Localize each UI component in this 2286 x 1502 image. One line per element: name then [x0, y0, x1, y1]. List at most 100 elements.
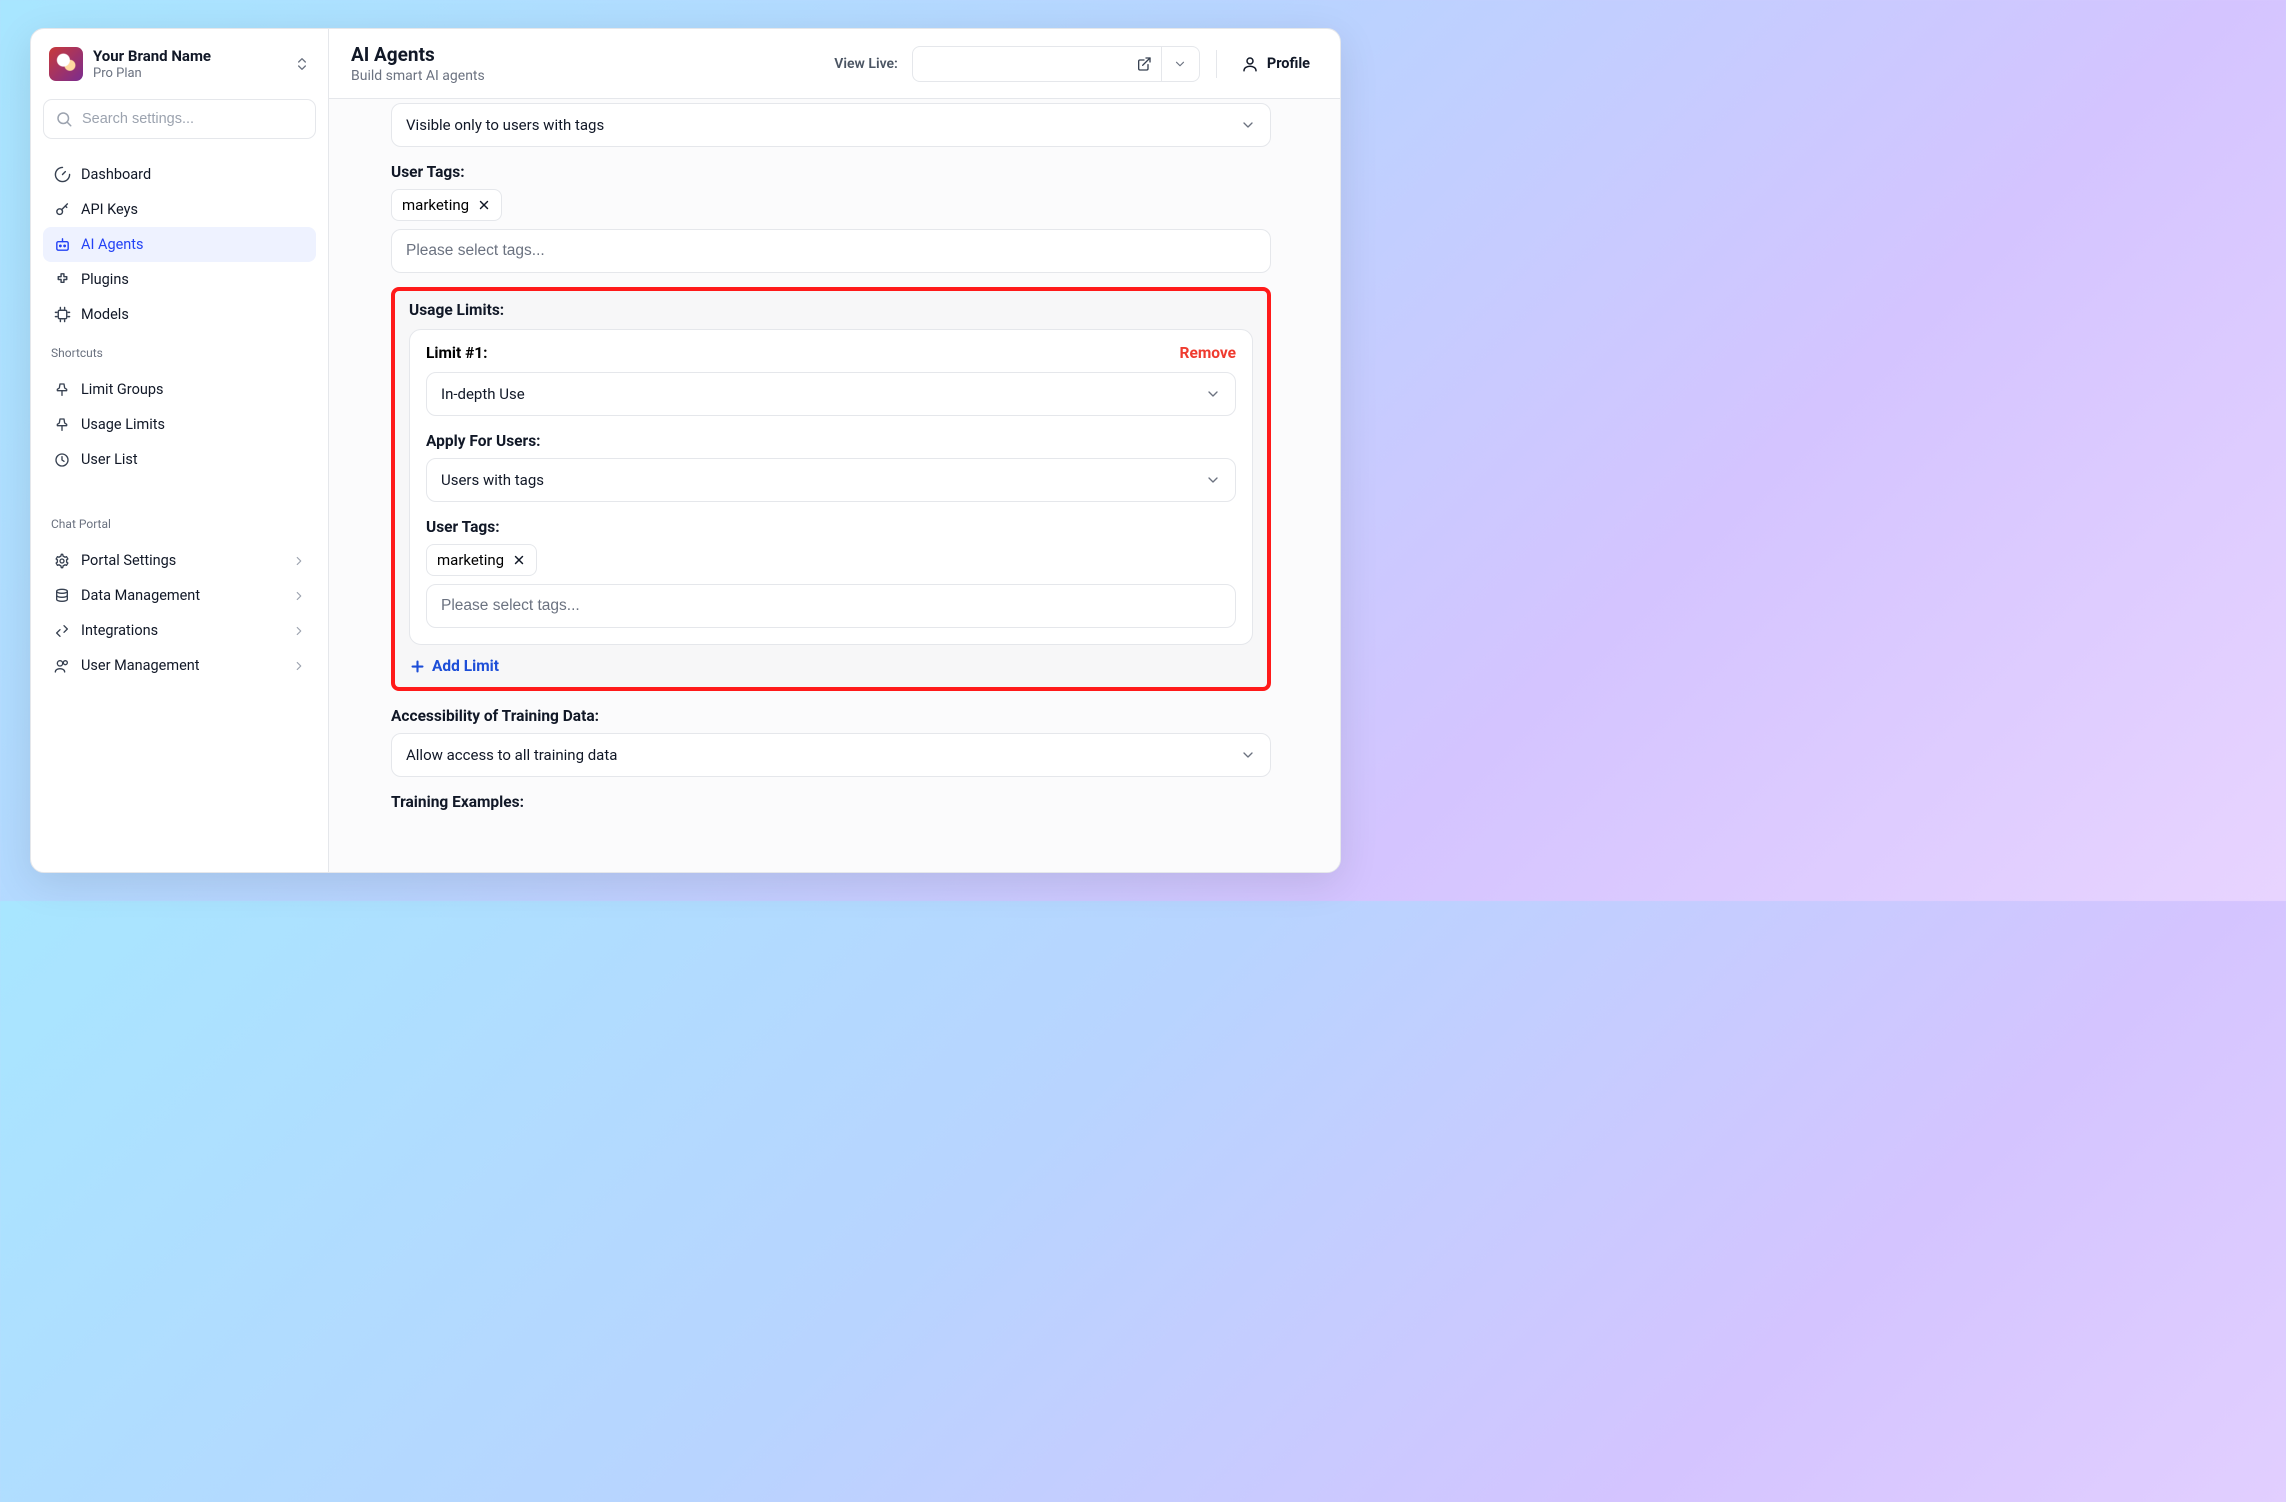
users-icon — [53, 658, 71, 674]
limit-preset-select[interactable]: In-depth Use — [426, 372, 1236, 416]
sidebar-item-label: User List — [81, 451, 138, 468]
chevron-right-icon — [292, 589, 306, 603]
nav-heading-chat-portal: Chat Portal — [43, 507, 316, 537]
sidebar-item-integrations[interactable]: Integrations — [43, 613, 316, 648]
training-access-select[interactable]: Allow access to all training data — [391, 733, 1271, 777]
close-icon[interactable] — [512, 553, 526, 567]
sidebar-item-models[interactable]: Models — [43, 297, 316, 332]
brand-plan: Pro Plan — [93, 66, 284, 81]
pin-icon — [53, 382, 71, 398]
plus-icon — [409, 658, 426, 675]
user-tags-label: User Tags: — [391, 163, 1271, 181]
tags-row-visibility: marketing — [391, 189, 1271, 221]
add-limit-button[interactable]: Add Limit — [409, 657, 1253, 675]
select-value: Allow access to all training data — [406, 746, 617, 764]
chevron-right-icon — [292, 554, 306, 568]
sidebar-item-user-management[interactable]: User Management — [43, 648, 316, 683]
search-wrap — [43, 99, 316, 139]
sidebar-item-limit-groups[interactable]: Limit Groups — [43, 372, 316, 407]
key-icon — [53, 201, 71, 218]
sidebar-item-plugins[interactable]: Plugins — [43, 262, 316, 297]
user-icon — [1241, 55, 1259, 73]
chevron-right-icon — [292, 659, 306, 673]
brand-logo — [49, 47, 83, 81]
view-live-label: View Live: — [834, 56, 898, 72]
tag-chip: marketing — [391, 189, 502, 221]
gauge-icon — [53, 166, 71, 183]
chevron-down-icon — [1240, 117, 1256, 133]
sidebar-item-label: Data Management — [81, 587, 200, 604]
sidebar-item-label: Models — [81, 306, 129, 323]
nav-chat-portal: Portal Settings Data Management Integrat… — [43, 537, 316, 687]
tag-text: marketing — [437, 551, 504, 569]
database-icon — [53, 588, 71, 604]
page-subtitle: Build smart AI agents — [351, 68, 485, 84]
apply-for-label: Apply For Users: — [426, 432, 1236, 450]
training-examples-label: Training Examples: — [391, 793, 1271, 811]
add-limit-label: Add Limit — [432, 657, 499, 675]
close-icon[interactable] — [477, 198, 491, 212]
page-titles: AI Agents Build smart AI agents — [351, 43, 485, 84]
usage-limits-section-highlight: Usage Limits: Limit #1: Remove In-depth … — [391, 287, 1271, 691]
view-live-group — [912, 46, 1200, 82]
clock-icon — [53, 452, 71, 468]
select-value: In-depth Use — [441, 385, 525, 403]
brand-name: Your Brand Name — [93, 47, 284, 65]
chevron-down-icon — [1205, 386, 1221, 402]
tags-input-limit[interactable] — [426, 584, 1236, 628]
sidebar-item-portal-settings[interactable]: Portal Settings — [43, 543, 316, 578]
brand-text: Your Brand Name Pro Plan — [93, 47, 284, 81]
nav-shortcuts: Limit Groups Usage Limits User List — [43, 366, 316, 481]
topbar: AI Agents Build smart AI agents View Liv… — [329, 29, 1340, 99]
view-live-input[interactable] — [912, 46, 1162, 82]
sidebar-item-label: API Keys — [81, 201, 138, 218]
page-title: AI Agents — [351, 43, 485, 66]
select-value: Users with tags — [441, 471, 544, 489]
usage-limits-label: Usage Limits: — [409, 301, 1253, 319]
pin-icon — [53, 417, 71, 433]
sidebar-item-ai-agents[interactable]: AI Agents — [43, 227, 316, 262]
visibility-select[interactable]: Visible only to users with tags — [391, 103, 1271, 147]
puzzle-icon — [53, 271, 71, 288]
sidebar-item-label: AI Agents — [81, 236, 144, 253]
sidebar-item-dashboard[interactable]: Dashboard — [43, 157, 316, 192]
profile-button[interactable]: Profile — [1233, 49, 1318, 79]
content-inner: Visible only to users with tags User Tag… — [391, 99, 1271, 811]
divider — [1216, 50, 1217, 78]
search-icon — [55, 110, 73, 128]
sidebar-item-label: Portal Settings — [81, 552, 176, 569]
select-value: Visible only to users with tags — [406, 116, 604, 134]
tag-text: marketing — [402, 196, 469, 214]
chip-icon — [53, 306, 71, 323]
search-input[interactable] — [43, 99, 316, 139]
remove-limit-button[interactable]: Remove — [1180, 344, 1236, 362]
chevron-down-icon — [1240, 747, 1256, 763]
tag-chip: marketing — [426, 544, 537, 576]
nav-heading-shortcuts: Shortcuts — [43, 336, 316, 366]
tags-row-limit: marketing — [426, 544, 1236, 576]
sidebar-item-label: User Management — [81, 657, 200, 674]
bot-icon — [53, 236, 71, 253]
limit-card-header: Limit #1: Remove — [426, 344, 1236, 362]
chevrons-up-down-icon[interactable] — [294, 56, 310, 72]
sidebar-item-data-management[interactable]: Data Management — [43, 578, 316, 613]
sidebar-item-api-keys[interactable]: API Keys — [43, 192, 316, 227]
profile-label: Profile — [1267, 55, 1310, 72]
chevron-right-icon — [292, 624, 306, 638]
tags-input-visibility[interactable] — [391, 229, 1271, 273]
apply-for-select[interactable]: Users with tags — [426, 458, 1236, 502]
limit-title: Limit #1: — [426, 344, 488, 362]
content-scroll[interactable]: Visible only to users with tags User Tag… — [329, 99, 1340, 872]
sidebar-item-user-list[interactable]: User List — [43, 442, 316, 477]
tools-icon — [53, 623, 71, 639]
training-access-label: Accessibility of Training Data: — [391, 707, 1271, 725]
sidebar-item-label: Integrations — [81, 622, 158, 639]
view-live-dropdown[interactable] — [1162, 46, 1200, 82]
main-panel: AI Agents Build smart AI agents View Liv… — [329, 29, 1340, 872]
limit-card: Limit #1: Remove In-depth Use Apply For … — [409, 329, 1253, 645]
sidebar-item-label: Usage Limits — [81, 416, 165, 433]
chevron-down-icon — [1205, 472, 1221, 488]
sidebar-item-usage-limits[interactable]: Usage Limits — [43, 407, 316, 442]
brand-switcher[interactable]: Your Brand Name Pro Plan — [43, 41, 316, 95]
sidebar: Your Brand Name Pro Plan Dashboard API K… — [31, 29, 329, 872]
